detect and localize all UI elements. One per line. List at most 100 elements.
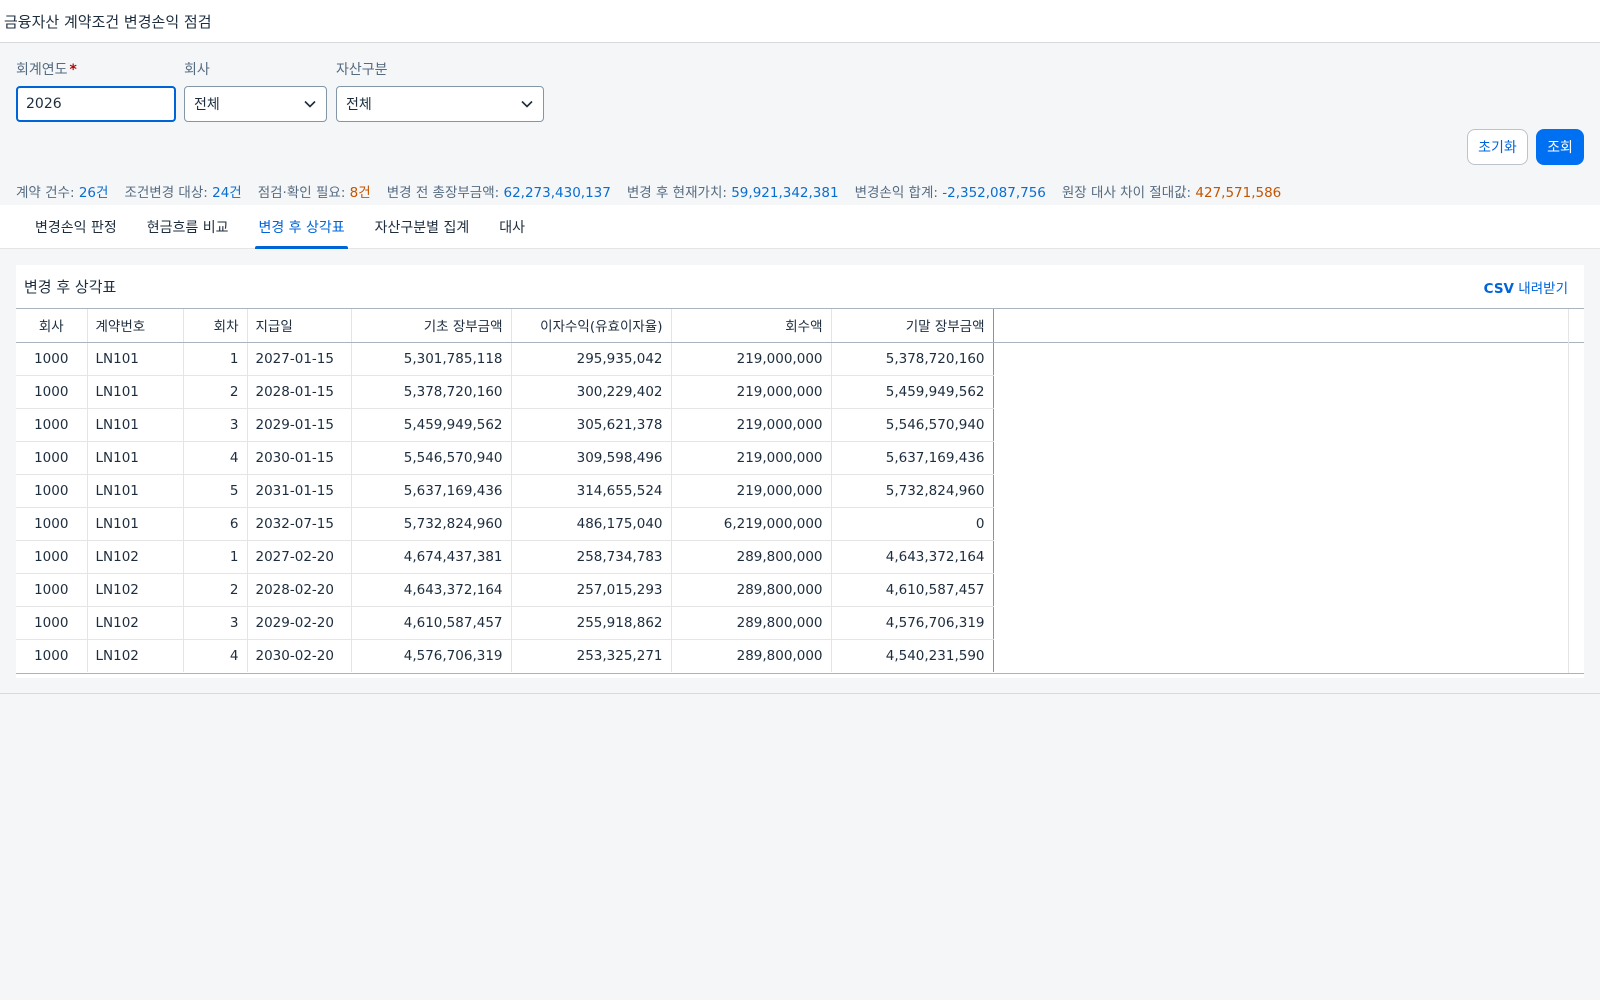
column-header[interactable]: 계약번호 (87, 309, 184, 343)
table-cell: 1 (183, 342, 248, 376)
chevron-down-icon (303, 97, 317, 111)
amortization-table: 회사 계약번호 회차 지급일 기초 장부금액 이자수익(유효이자율) 회수액 기말 장부금액 … (16, 308, 1584, 674)
table-cell: 6,219,000,000 (671, 507, 832, 541)
table-row[interactable]: 1000 LN102 4 2030-02-20 4,576,706,319 253,325… (16, 639, 994, 672)
vertical-scrollbar[interactable] (1568, 309, 1584, 673)
kpi-value: 59,921,342,381 (731, 185, 839, 201)
kpi-item: 원장 대사 차이 절대값: 427,571,586 (1062, 181, 1281, 201)
required-mark: * (69, 62, 77, 78)
table-cell: 1000 (16, 639, 88, 672)
table-cell: LN101 (87, 375, 184, 409)
table-cell: 289,800,000 (671, 573, 832, 607)
table-row[interactable]: 1000 LN101 2 2028-01-15 5,378,720,160 300,229… (16, 375, 994, 409)
table-cell: LN101 (87, 474, 184, 508)
table-cell: LN102 (87, 639, 184, 672)
table-cell: 4,610,587,457 (831, 573, 994, 607)
table-cell: 4 (183, 441, 248, 475)
kpi-strip: 계약 건수: 26건 조건변경 대상: 24건 점검·확인 필요: 8건 변경 전 총… (16, 181, 1281, 201)
kpi-value: -2,352,087,756 (942, 185, 1046, 201)
kpi-value: 8건 (349, 185, 371, 201)
kpi-value: 24건 (212, 185, 242, 201)
table-cell: 305,621,378 (511, 408, 672, 442)
tab-amortization-after[interactable]: 변경 후 상각표 (243, 205, 359, 249)
table-cell: 5 (183, 474, 248, 508)
column-header[interactable]: 회차 (183, 309, 248, 343)
chevron-down-icon (520, 97, 534, 111)
table-cell: 0 (831, 507, 994, 541)
table-cell: 486,175,040 (511, 507, 672, 541)
content-area: 변경 후 상각표 CSV 내려받기 회사 계약번호 회차 지급일 기초 장부금액 이자수익… (0, 249, 1600, 694)
table-cell: 5,546,570,940 (351, 441, 512, 475)
column-header[interactable]: 기말 장부금액 (831, 309, 994, 343)
table-row[interactable]: 1000 LN102 1 2027-02-20 4,674,437,381 258,734… (16, 540, 994, 574)
table-cell: 5,732,824,960 (831, 474, 994, 508)
table-cell: 5,459,949,562 (351, 408, 512, 442)
year-input[interactable]: 2026 (16, 86, 176, 122)
table-header-row: 회사 계약번호 회차 지급일 기초 장부금액 이자수익(유효이자율) 회수액 기말 장부금액 (16, 309, 994, 343)
table-cell: 6 (183, 507, 248, 541)
tab-cashflow-compare[interactable]: 현금흐름 비교 (132, 205, 244, 249)
table-cell: 5,378,720,160 (351, 375, 512, 409)
company-select[interactable]: 전체 (184, 86, 327, 122)
asset-type-select[interactable]: 전체 (336, 86, 544, 122)
kpi-item: 점검·확인 필요: 8건 (258, 181, 371, 201)
table-cell: 219,000,000 (671, 342, 832, 376)
table-cell: 2027-02-20 (247, 540, 352, 574)
table-cell: LN102 (87, 540, 184, 574)
amortization-panel: 변경 후 상각표 CSV 내려받기 회사 계약번호 회차 지급일 기초 장부금액 이자수익… (16, 265, 1584, 678)
table-cell: 314,655,524 (511, 474, 672, 508)
table-cell: 4,540,231,590 (831, 639, 994, 672)
table-cell: 5,459,949,562 (831, 375, 994, 409)
table-cell: 1000 (16, 342, 88, 376)
table-cell: 5,301,785,118 (351, 342, 512, 376)
tab-reconciliation[interactable]: 대사 (484, 205, 540, 249)
table-cell: 219,000,000 (671, 375, 832, 409)
table-row[interactable]: 1000 LN101 3 2029-01-15 5,459,949,562 305,621… (16, 408, 994, 442)
column-header[interactable]: 이자수익(유효이자율) (511, 309, 672, 343)
table-cell: 2030-01-15 (247, 441, 352, 475)
column-header[interactable]: 회수액 (671, 309, 832, 343)
table-row[interactable]: 1000 LN101 6 2032-07-15 5,732,824,960 486,175… (16, 507, 994, 541)
kpi-value: 427,571,586 (1195, 185, 1282, 201)
table-cell: 2030-02-20 (247, 639, 352, 672)
tab-change-gain-loss[interactable]: 변경손익 판정 (20, 205, 132, 249)
reset-button[interactable]: 초기화 (1467, 129, 1528, 165)
table-row[interactable]: 1000 LN101 1 2027-01-15 5,301,785,118 295,935… (16, 342, 994, 376)
app-title: 금융자산 계약조건 변경손익 점검 (4, 12, 212, 31)
column-header[interactable]: 기초 장부금액 (351, 309, 512, 343)
filter-bar: 회계연도 * 2026 회사 전체 자산구분 전체 초기화 조회 계약 건수: 2… (0, 43, 1600, 205)
table-row[interactable]: 1000 LN102 2 2028-02-20 4,643,372,164 257,015… (16, 573, 994, 607)
table-cell: 300,229,402 (511, 375, 672, 409)
column-header[interactable]: 회사 (16, 309, 88, 343)
kpi-label: 변경손익 합계: (854, 185, 938, 201)
kpi-label: 변경 후 현재가치: (626, 185, 727, 201)
table-cell: 1000 (16, 474, 88, 508)
table-row[interactable]: 1000 LN101 4 2030-01-15 5,546,570,940 309,598… (16, 441, 994, 475)
kpi-item: 변경 전 총장부금액: 62,273,430,137 (387, 181, 611, 201)
table-cell: LN101 (87, 342, 184, 376)
table-row[interactable]: 1000 LN101 5 2031-01-15 5,637,169,436 314,655… (16, 474, 994, 508)
table-cell: 2029-02-20 (247, 606, 352, 640)
table-cell: 1000 (16, 507, 88, 541)
table-cell: 3 (183, 606, 248, 640)
kpi-item: 계약 건수: 26건 (16, 181, 108, 201)
csv-download-link[interactable]: CSV 내려받기 (1484, 277, 1568, 297)
table-cell: 1000 (16, 573, 88, 607)
table-cell: 4,643,372,164 (831, 540, 994, 574)
kpi-item: 변경손익 합계: -2,352,087,756 (855, 181, 1046, 201)
tab-bar: 변경손익 판정 현금흐름 비교 변경 후 상각표 자산구분별 집계 대사 (0, 205, 1600, 249)
table-cell: 309,598,496 (511, 441, 672, 475)
table-cell: 253,325,271 (511, 639, 672, 672)
column-header[interactable]: 지급일 (247, 309, 352, 343)
table-cell: 219,000,000 (671, 474, 832, 508)
table-cell: 255,918,862 (511, 606, 672, 640)
search-button[interactable]: 조회 (1536, 129, 1584, 165)
table-cell: LN102 (87, 606, 184, 640)
table-cell: 1000 (16, 606, 88, 640)
kpi-item: 조건변경 대상: 24건 (124, 181, 241, 201)
panel-title: 변경 후 상각표 (24, 278, 117, 296)
table-cell: 2027-01-15 (247, 342, 352, 376)
tab-asset-type-summary[interactable]: 자산구분별 집계 (360, 205, 485, 249)
table-cell: 4 (183, 639, 248, 672)
table-row[interactable]: 1000 LN102 3 2029-02-20 4,610,587,457 255,918… (16, 606, 994, 640)
